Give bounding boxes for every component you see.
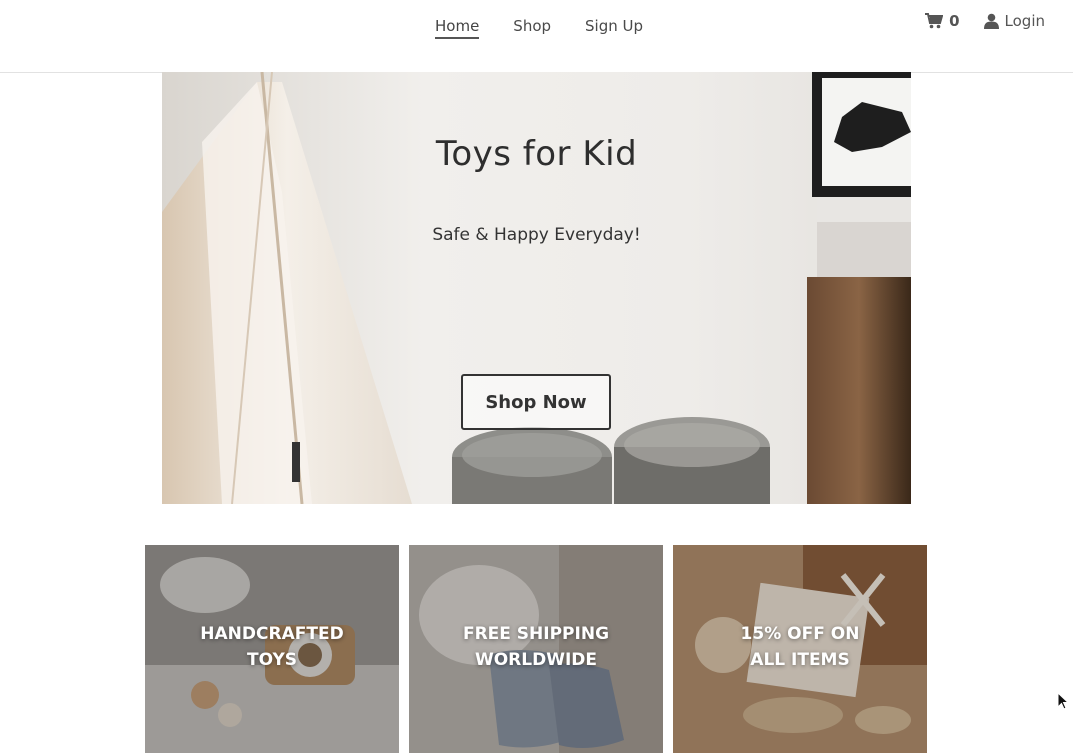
login-button[interactable]: Login bbox=[983, 12, 1045, 30]
cart-icon bbox=[925, 13, 944, 29]
hero-subtitle: Safe & Happy Everyday! bbox=[432, 225, 641, 245]
shop-now-button[interactable]: Shop Now bbox=[461, 374, 611, 430]
card-line-1: FREE SHIPPING bbox=[462, 624, 610, 644]
card-discount[interactable]: 15% OFF ON ALL ITEMS bbox=[673, 545, 927, 753]
nav-actions: 0 Login bbox=[925, 12, 1045, 30]
nav-link-home[interactable]: Home bbox=[435, 17, 480, 39]
card-handcrafted-toys[interactable]: HANDCRAFTED TOYS bbox=[145, 545, 399, 753]
mouse-cursor-icon bbox=[1057, 691, 1070, 714]
hero-title: Toys for Kid bbox=[435, 134, 638, 174]
card-label-handcrafted: HANDCRAFTED TOYS bbox=[145, 621, 399, 673]
main-nav: Home Shop Sign Up bbox=[435, 17, 643, 39]
user-icon bbox=[983, 13, 999, 29]
login-label: Login bbox=[1004, 12, 1045, 30]
card-line-1: HANDCRAFTED bbox=[200, 624, 344, 644]
cart-count: 0 bbox=[949, 12, 960, 30]
navbar: Home Shop Sign Up 0 Login bbox=[0, 0, 1073, 73]
feature-cards: HANDCRAFTED TOYS FREE SHIPPING WORLDWIDE bbox=[145, 545, 927, 753]
card-free-shipping[interactable]: FREE SHIPPING WORLDWIDE bbox=[409, 545, 663, 753]
card-label-shipping: FREE SHIPPING WORLDWIDE bbox=[409, 621, 663, 673]
card-label-discount: 15% OFF ON ALL ITEMS bbox=[673, 621, 927, 673]
card-line-2: ALL ITEMS bbox=[750, 650, 850, 670]
cart-button[interactable]: 0 bbox=[925, 12, 960, 30]
card-line-2: WORLDWIDE bbox=[474, 650, 598, 670]
nav-link-shop[interactable]: Shop bbox=[513, 17, 551, 39]
card-line-1: 15% OFF ON bbox=[740, 624, 860, 644]
card-line-2: TOYS bbox=[247, 650, 297, 670]
nav-link-sign-up[interactable]: Sign Up bbox=[585, 17, 643, 39]
hero-banner: Toys for Kid Safe & Happy Everyday! Shop… bbox=[162, 72, 911, 504]
